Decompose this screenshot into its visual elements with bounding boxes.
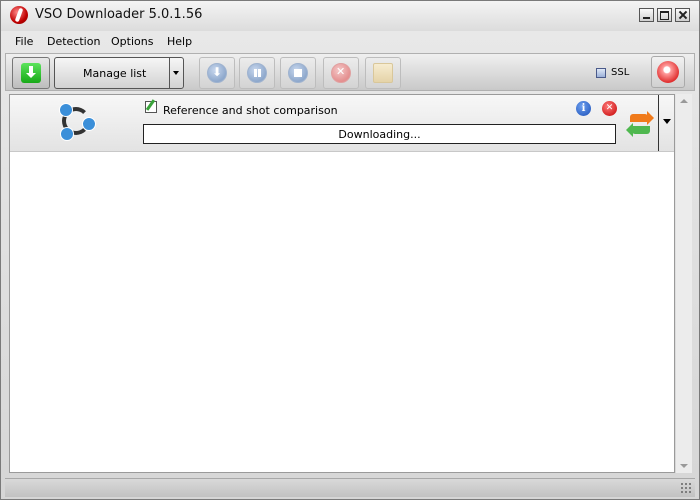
menu-bar: File Detection Options Help (1, 32, 699, 52)
stop-icon (288, 63, 308, 83)
info-icon[interactable]: i (576, 101, 591, 116)
burn-button[interactable] (365, 57, 401, 89)
play-icon (59, 103, 73, 117)
refresh-icon[interactable] (626, 111, 654, 137)
burn-disc-icon (373, 63, 393, 83)
edit-icon[interactable] (145, 101, 157, 113)
menu-help[interactable]: Help (167, 35, 192, 48)
manage-list-label: Manage list (83, 67, 147, 80)
add-download-button[interactable] (12, 57, 50, 89)
close-button[interactable] (675, 8, 690, 22)
picture-icon (60, 127, 74, 141)
refresh-arrow-bottom (626, 123, 650, 137)
toolbar: Manage list SSL (5, 53, 695, 91)
app-logo-icon[interactable] (10, 6, 28, 24)
pause-button[interactable] (239, 57, 275, 89)
vertical-scrollbar[interactable] (676, 94, 692, 473)
menu-detection[interactable]: Detection (47, 35, 100, 48)
download-arrow-icon (21, 63, 41, 83)
manage-list-button[interactable]: Manage list (54, 57, 184, 89)
music-icon (82, 117, 96, 131)
download-icon (207, 63, 227, 83)
item-menu-dropdown[interactable] (658, 95, 674, 151)
maximize-button[interactable] (657, 8, 672, 22)
vso-logo-button[interactable] (651, 56, 685, 88)
stop-button[interactable] (280, 57, 316, 89)
media-type-icon (58, 103, 96, 141)
manage-list-dropdown[interactable] (169, 58, 183, 88)
app-window: VSO Downloader 5.0.1.56 File Detection O… (0, 0, 700, 500)
cancel-button[interactable] (323, 57, 359, 89)
refresh-arrow-top (630, 111, 654, 125)
remove-icon[interactable]: ✕ (602, 101, 617, 116)
window-title: VSO Downloader 5.0.1.56 (35, 7, 203, 22)
download-status: Downloading... (338, 128, 421, 141)
download-title: Reference and shot comparison (163, 104, 338, 117)
minimize-button[interactable] (639, 8, 654, 22)
download-item[interactable]: Reference and shot comparison i ✕ Downlo… (10, 95, 674, 152)
ssl-label: SSL (611, 67, 630, 78)
title-bar[interactable]: VSO Downloader 5.0.1.56 (1, 1, 699, 31)
menu-options[interactable]: Options (111, 35, 153, 48)
download-progress-bar: Downloading... (143, 124, 616, 144)
pause-icon (247, 63, 267, 83)
status-bar (5, 478, 695, 497)
cancel-icon (331, 63, 351, 83)
ssl-checkbox[interactable] (596, 68, 606, 78)
download-button[interactable] (199, 57, 235, 89)
scroll-down-arrow[interactable] (676, 459, 692, 473)
menu-file[interactable]: File (15, 35, 33, 48)
download-list: Reference and shot comparison i ✕ Downlo… (9, 94, 675, 473)
resize-grip[interactable] (680, 482, 692, 494)
vso-logo-icon (657, 61, 679, 83)
scroll-up-arrow[interactable] (676, 94, 692, 108)
